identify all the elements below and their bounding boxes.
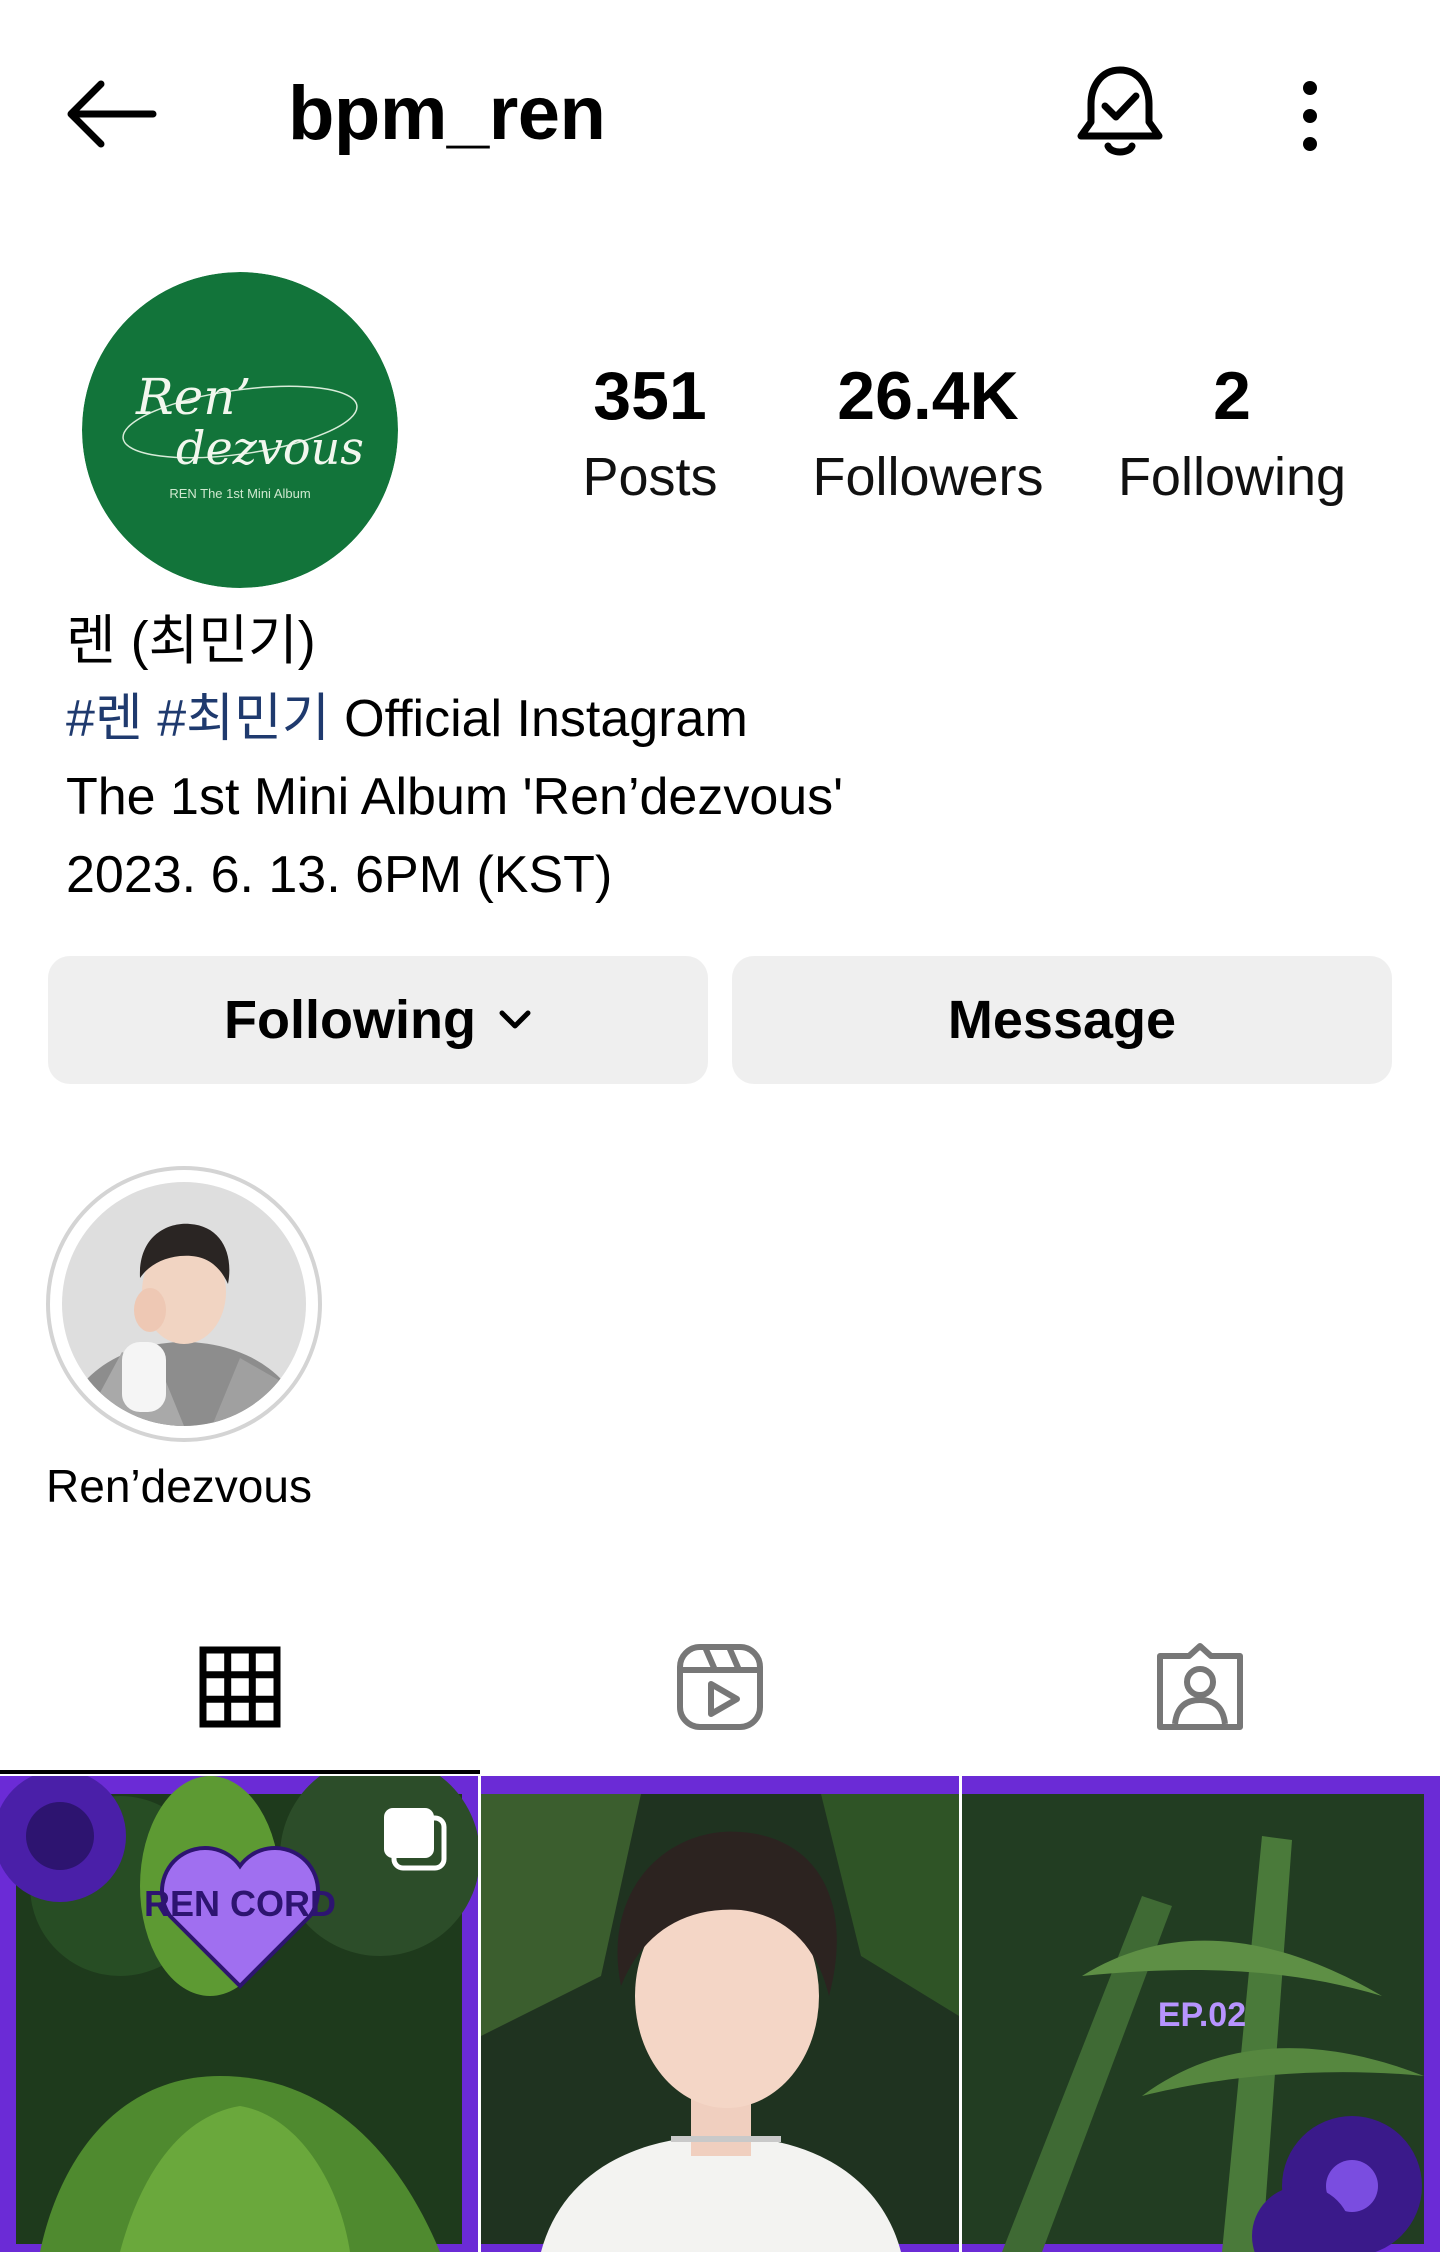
bio-date-line: 2023. 6. 13. 6PM (KST) — [66, 846, 613, 904]
followers-value: 26.4K — [837, 358, 1019, 434]
post-thumbnail-image: EP.02 — [962, 1776, 1440, 2252]
album-logo-image: Ren’ dezvous REN The 1st Mini Album — [82, 272, 398, 588]
svg-text:EP.02: EP.02 — [1158, 1996, 1246, 2034]
post-tile[interactable]: EP.02 — [962, 1776, 1440, 2252]
post-tile[interactable] — [481, 1776, 959, 2252]
bio-text: Official Instagram — [329, 690, 748, 748]
notifications-button[interactable] — [1070, 56, 1170, 168]
posts-grid: REN CORD EP.02 — [0, 1776, 1440, 2252]
following-button[interactable]: Following — [48, 956, 708, 1084]
profile-stats: 351 Posts 26.4K Followers 2 Following — [520, 352, 1400, 532]
posts-count[interactable]: 351 Posts — [520, 352, 780, 514]
tab-tagged[interactable] — [960, 1600, 1440, 1774]
followers-label: Followers — [812, 447, 1044, 507]
back-button[interactable] — [58, 72, 164, 156]
svg-text:REN CORD: REN CORD — [144, 1883, 336, 1924]
story-highlight[interactable]: Ren’dezvous — [46, 1166, 322, 1516]
highlight-label: Ren’dezvous — [46, 1460, 312, 1512]
message-button-label: Message — [947, 990, 1177, 1050]
following-button-label: Following — [224, 990, 476, 1050]
multiple-photos-icon — [384, 1808, 447, 1871]
tab-reels[interactable] — [480, 1600, 960, 1774]
following-label: Following — [1117, 447, 1347, 507]
highlight-ring — [46, 1166, 322, 1442]
post-thumbnail-image — [481, 1776, 959, 2252]
followers-count[interactable]: 26.4K Followers — [798, 352, 1058, 514]
hashtag-link[interactable]: #렌 — [66, 690, 143, 748]
post-tile[interactable]: REN CORD — [0, 1776, 478, 2252]
grid-icon — [199, 1646, 281, 1728]
reels-icon — [677, 1644, 763, 1730]
svg-text:dezvous: dezvous — [176, 421, 364, 475]
profile-avatar[interactable]: Ren’ dezvous REN The 1st Mini Album — [82, 272, 398, 588]
profile-username: bpm_ren — [288, 71, 606, 156]
bell-check-icon — [1077, 66, 1163, 156]
hashtag-link[interactable]: #최민기 — [157, 690, 329, 748]
display-name: 렌 (최민기) — [66, 611, 316, 671]
profile-bio: 렌 (최민기) #렌 #최민기 Official Instagram The 1… — [66, 602, 1386, 914]
highlight-cover-image — [62, 1182, 306, 1426]
more-options-button[interactable] — [1280, 66, 1340, 166]
bio-album-line: The 1st Mini Album 'Ren’dezvous' — [66, 768, 844, 826]
arrow-left-icon — [67, 80, 157, 148]
profile-tabs — [0, 1600, 1440, 1774]
svg-text:Ren’: Ren’ — [135, 368, 251, 426]
bio-line-hashtags: #렌 #최민기 Official Instagram — [66, 680, 1386, 758]
following-value: 2 — [1213, 358, 1251, 434]
tagged-person-icon — [1157, 1643, 1243, 1730]
posts-label: Posts — [582, 447, 718, 507]
chevron-down-icon — [498, 1009, 532, 1031]
svg-text:REN The 1st Mini Album: REN The 1st Mini Album — [169, 486, 310, 501]
tab-grid[interactable] — [0, 1600, 480, 1774]
top-bar: bpm_ren — [0, 0, 1440, 230]
following-count[interactable]: 2 Following — [1102, 352, 1362, 514]
posts-value: 351 — [593, 358, 707, 434]
more-vertical-icon — [1303, 81, 1317, 151]
message-button[interactable]: Message — [732, 956, 1392, 1084]
